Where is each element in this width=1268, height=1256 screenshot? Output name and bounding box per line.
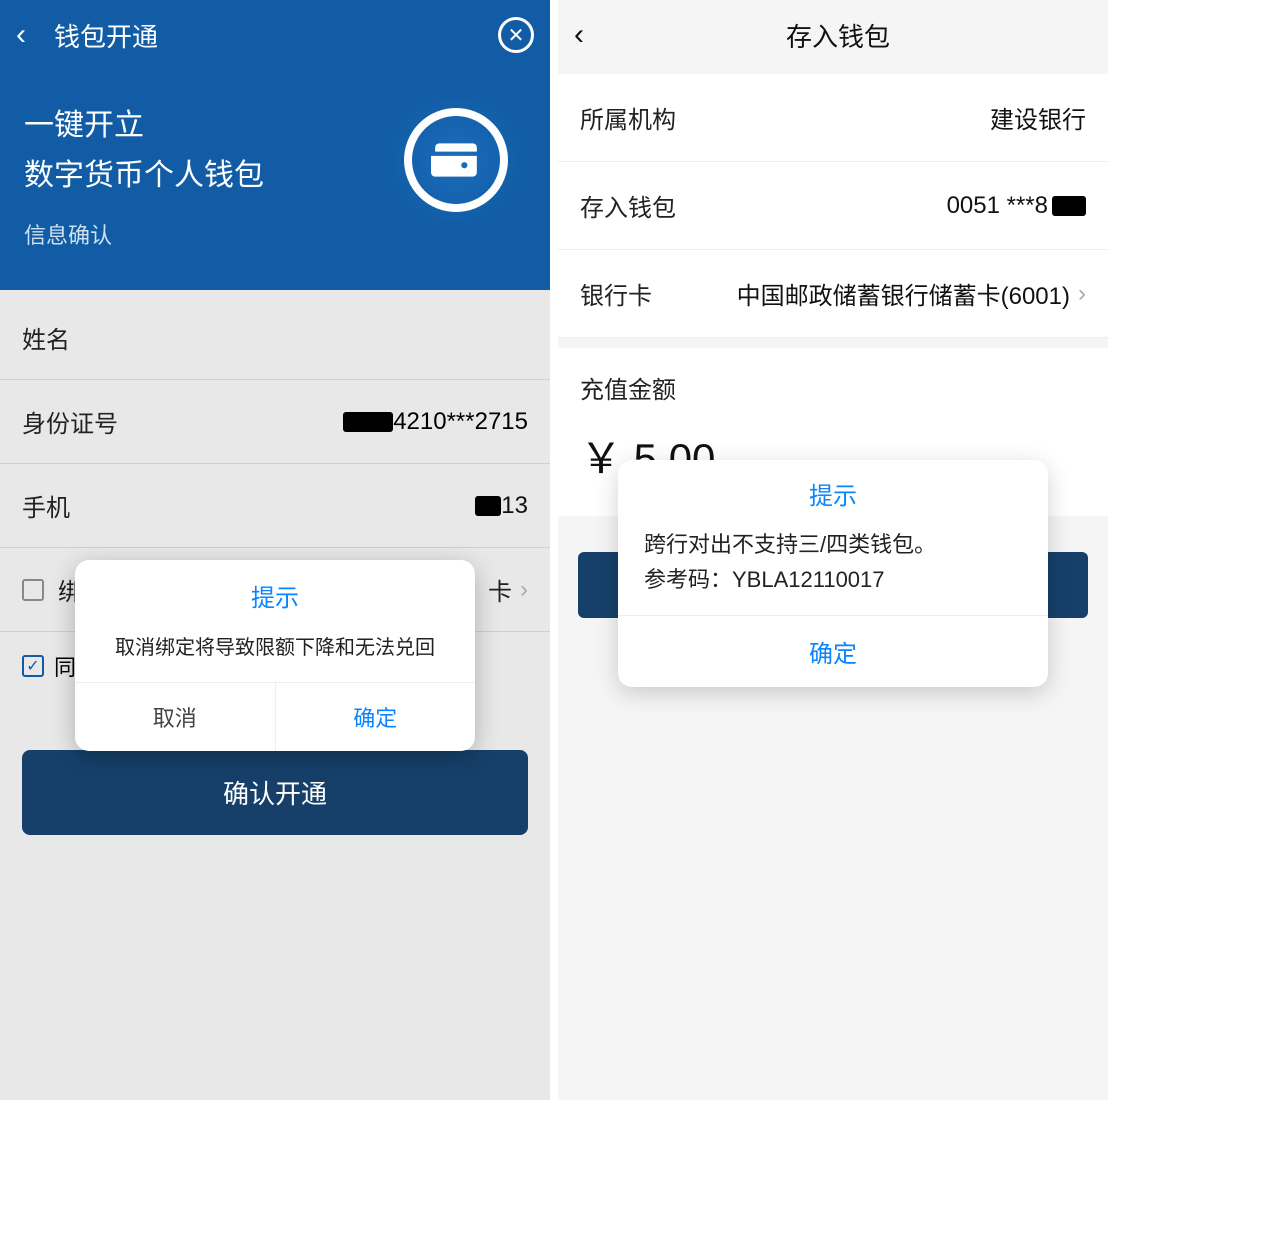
row-card[interactable]: 银行卡 中国邮政储蓄银行储蓄卡(6001) › — [558, 250, 1108, 338]
close-icon[interactable]: ✕ — [498, 17, 534, 53]
agree-checkbox[interactable]: ✓ — [22, 655, 44, 677]
modal-ok-button[interactable]: 确定 — [276, 683, 476, 751]
wallet-label: 存入钱包 — [580, 188, 676, 223]
wallet-value: 0051 ***8 — [947, 192, 1086, 220]
modal-body: 跨行对出不支持三/四类钱包。 参考码：YBLA12110017 — [618, 521, 1048, 615]
org-value: 建设银行 — [990, 100, 1086, 135]
header-bar: ‹ 存入钱包 — [558, 0, 1108, 70]
chevron-right-icon: › — [520, 576, 528, 604]
row-org: 所属机构 建设银行 — [558, 74, 1108, 162]
modal-body-line1: 跨行对出不支持三/四类钱包。 — [644, 527, 1022, 562]
screen-deposit: ‹ 存入钱包 所属机构 建设银行 存入钱包 0051 ***8 银行卡 中国邮政… — [558, 0, 1108, 1100]
id-value: 4210***2715 — [343, 408, 528, 436]
wallet-icon — [386, 90, 526, 230]
header-bar: ‹ 钱包开通 ✕ — [0, 0, 550, 70]
org-label: 所属机构 — [580, 100, 676, 135]
modal-title: 提示 — [75, 560, 475, 619]
modal-ok-button[interactable]: 确定 — [618, 615, 1048, 687]
amount-label: 充值金额 — [558, 338, 1108, 415]
back-icon[interactable]: ‹ — [574, 18, 614, 52]
hero-banner: 一键开立 数字货币个人钱包 信息确认 — [0, 70, 550, 290]
phone-value: 13 — [475, 492, 528, 520]
back-icon[interactable]: ‹ — [16, 18, 46, 52]
modal-body: 取消绑定将导致限额下降和无法兑回 — [75, 619, 475, 682]
row-phone[interactable]: 手机 13 — [0, 464, 550, 548]
name-label: 姓名 — [22, 320, 70, 355]
modal-left: 提示 取消绑定将导致限额下降和无法兑回 取消 确定 — [75, 560, 475, 751]
row-wallet[interactable]: 存入钱包 0051 ***8 — [558, 162, 1108, 250]
bind-label-right: 卡 — [488, 572, 512, 607]
modal-right: 提示 跨行对出不支持三/四类钱包。 参考码：YBLA12110017 确定 — [618, 460, 1048, 687]
header-title: 钱包开通 — [46, 17, 498, 54]
row-id[interactable]: 身份证号 4210***2715 — [0, 380, 550, 464]
modal-body-line2: 参考码：YBLA12110017 — [644, 562, 1022, 597]
card-value: 中国邮政储蓄银行储蓄卡(6001) — [737, 276, 1070, 311]
modal-title: 提示 — [618, 460, 1048, 521]
chevron-right-icon: › — [1078, 280, 1086, 308]
confirm-open-button[interactable]: 确认开通 — [22, 750, 528, 835]
header-title: 存入钱包 — [614, 17, 1092, 54]
info-list: 所属机构 建设银行 存入钱包 0051 ***8 银行卡 中国邮政储蓄银行储蓄卡… — [558, 74, 1108, 338]
id-label: 身份证号 — [22, 404, 118, 439]
row-name[interactable]: 姓名 — [0, 296, 550, 380]
modal-cancel-button[interactable]: 取消 — [75, 683, 276, 751]
phone-label: 手机 — [22, 488, 70, 523]
screen-wallet-open: ‹ 钱包开通 ✕ 一键开立 数字货币个人钱包 信息确认 姓名 身份证号 4210… — [0, 0, 550, 1100]
card-label: 银行卡 — [580, 276, 652, 311]
